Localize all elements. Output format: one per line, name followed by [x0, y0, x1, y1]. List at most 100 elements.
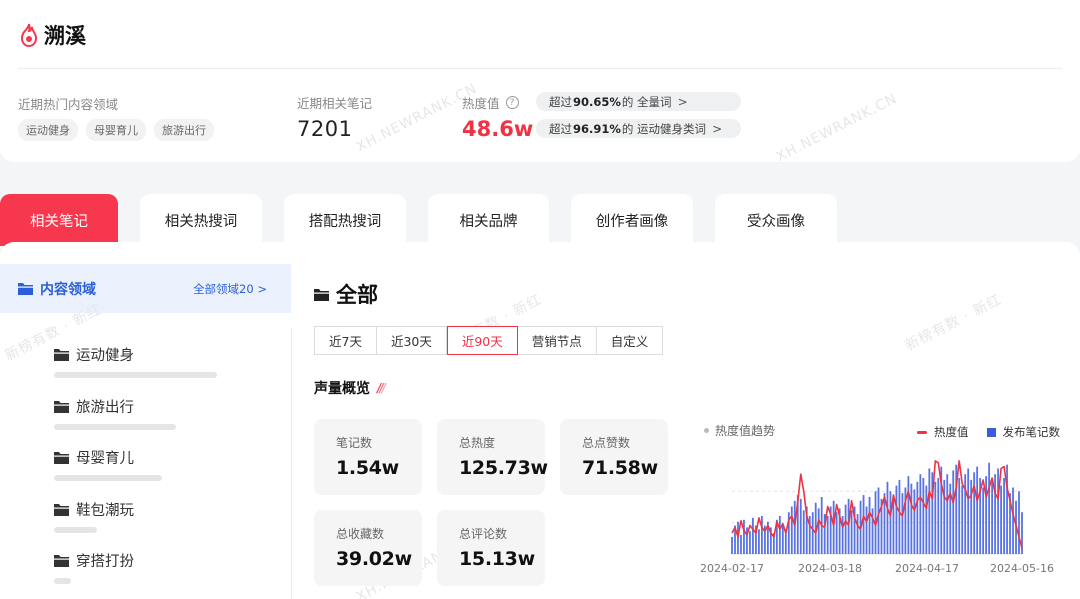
notes-bar[interactable] [781, 525, 784, 555]
notes-bar[interactable] [946, 474, 949, 554]
sidebar-header[interactable]: 内容领域 全部领域20 > [0, 264, 291, 313]
notes-bar[interactable] [898, 479, 901, 554]
folder-icon [54, 504, 69, 516]
notes-bar[interactable] [1000, 485, 1002, 554]
notes-bar[interactable] [937, 478, 940, 554]
notes-bar[interactable] [826, 516, 829, 554]
notes-bar[interactable] [913, 489, 916, 554]
notes-bar[interactable] [1018, 491, 1020, 554]
range-7d-button[interactable]: 近7天 [315, 327, 377, 354]
sidebar-item[interactable]: 鞋包潮玩 [54, 499, 134, 520]
notes-bar[interactable] [973, 472, 976, 554]
sidebar-item[interactable]: 母婴育儿 [54, 447, 134, 468]
notes-bar[interactable] [916, 481, 919, 554]
domain-tag[interactable]: 运动健身 [18, 119, 78, 141]
tab-creator-profile[interactable]: 创作者画像 [571, 194, 693, 246]
heat-line[interactable] [731, 460, 1023, 549]
notes-bar[interactable] [886, 481, 889, 554]
notes-bar[interactable] [749, 531, 751, 554]
stat-card-notes: 笔记数 1.54w [314, 419, 422, 495]
notes-bar[interactable] [877, 487, 880, 555]
notes-bar[interactable] [922, 478, 925, 554]
tab-related-hot-search[interactable]: 相关热搜词 [140, 194, 262, 246]
domain-tag[interactable]: 母婴育儿 [86, 119, 146, 141]
main-panel: 内容领域 全部领域20 > 运动健身旅游出行母婴育儿鞋包潮玩穿搭打扮 新榜有数 … [0, 242, 1080, 599]
notes-bar[interactable] [901, 493, 904, 554]
notes-bar[interactable] [778, 516, 781, 554]
sidebar-title: 内容领域 [40, 281, 96, 298]
notes-bar[interactable] [892, 497, 895, 554]
notes-bar[interactable] [844, 504, 847, 554]
notes-bar[interactable] [761, 516, 763, 554]
notes-bar[interactable] [988, 462, 991, 554]
notes-bar[interactable] [862, 495, 865, 554]
sidebar-item[interactable]: 旅游出行 [54, 396, 134, 417]
notes-bar[interactable] [964, 474, 967, 554]
summary-card: 溯溪 近期热门内容领域 运动健身 母婴育儿 旅游出行 近期相关笔记 7201 热… [0, 0, 1080, 165]
exceed-all-words-pill[interactable]: 超过 90.65% 的 全量词 > [536, 92, 741, 111]
notes-bar[interactable] [925, 485, 928, 554]
range-90d-button[interactable]: 近90天 [446, 326, 518, 355]
sidebar-item-label: 穿搭打扮 [76, 554, 134, 570]
notes-bar[interactable] [910, 483, 913, 554]
brand-logo[interactable]: 溯溪 [18, 20, 86, 50]
notes-bar[interactable] [895, 485, 898, 554]
sidebar-item[interactable]: 运动健身 [54, 344, 134, 365]
notes-bar[interactable] [1012, 487, 1014, 555]
notes-bar[interactable] [802, 510, 805, 554]
notes-bar[interactable] [847, 498, 850, 554]
notes-bar[interactable] [850, 510, 853, 554]
notes-bar[interactable] [743, 519, 745, 554]
domain-tag[interactable]: 旅游出行 [154, 119, 214, 141]
notes-bar[interactable] [865, 506, 868, 555]
notes-bar[interactable] [758, 529, 760, 554]
stat-card-total-heat: 总热度 125.73w [437, 419, 548, 495]
watermark: 新榜有数 · 新红 [902, 291, 1005, 355]
tab-related-brands[interactable]: 相关品牌 [428, 194, 549, 246]
notes-bar[interactable] [817, 508, 820, 554]
folder-icon [54, 349, 69, 361]
notes-bar[interactable] [740, 535, 742, 554]
chevron-right-icon: > [712, 121, 723, 136]
notes-bar[interactable] [868, 497, 871, 554]
range-marketing-button[interactable]: 营销节点 [517, 327, 597, 354]
notes-bar[interactable] [997, 468, 999, 555]
notes-bar[interactable] [889, 491, 892, 554]
legend-notes[interactable]: 发布笔记数 [986, 424, 1060, 440]
notes-bar[interactable] [985, 476, 988, 554]
notes-bar[interactable] [811, 512, 814, 554]
notes-bar[interactable] [934, 481, 937, 554]
tab-related-notes[interactable]: 相关笔记 [0, 194, 118, 246]
legend-heat[interactable]: 热度值 [917, 424, 969, 440]
range-30d-button[interactable]: 近30天 [376, 327, 447, 354]
notes-bar[interactable] [835, 512, 838, 554]
notes-bar[interactable] [976, 466, 979, 554]
stat-card-likes: 总点赞数 71.58w [560, 419, 668, 495]
tab-paired-hot-search[interactable]: 搭配热搜词 [284, 194, 406, 246]
notes-bar[interactable] [752, 517, 754, 554]
notes-bar[interactable] [1003, 478, 1005, 554]
notes-bar[interactable] [832, 500, 835, 554]
notes-bar[interactable] [958, 478, 961, 554]
notes-bar[interactable] [799, 498, 802, 554]
notes-bar[interactable] [731, 536, 733, 554]
notes-bar[interactable] [928, 468, 931, 555]
notes-bar[interactable] [991, 481, 993, 554]
notes-bar[interactable] [793, 500, 796, 554]
notes-bar[interactable] [982, 487, 985, 555]
exceed-category-words-pill[interactable]: 超过 96.91% 的 运动健身类词 > [536, 119, 741, 138]
sidebar-item[interactable]: 穿搭打扮 [54, 550, 134, 571]
all-domains-link[interactable]: 全部领域20 > [193, 281, 267, 297]
help-icon[interactable]: ? [505, 96, 519, 109]
notes-bar[interactable] [790, 506, 793, 555]
notes-bar[interactable] [841, 516, 844, 554]
tab-audience-profile[interactable]: 受众画像 [715, 194, 837, 246]
notes-bar[interactable] [737, 521, 739, 554]
notes-bar[interactable] [856, 514, 859, 554]
notes-bar[interactable] [961, 485, 964, 554]
notes-bar[interactable] [919, 474, 922, 554]
range-custom-button[interactable]: 自定义 [596, 327, 663, 354]
notes-bar[interactable] [967, 468, 970, 555]
notes-bar[interactable] [952, 470, 955, 554]
notes-bar[interactable] [907, 476, 910, 554]
